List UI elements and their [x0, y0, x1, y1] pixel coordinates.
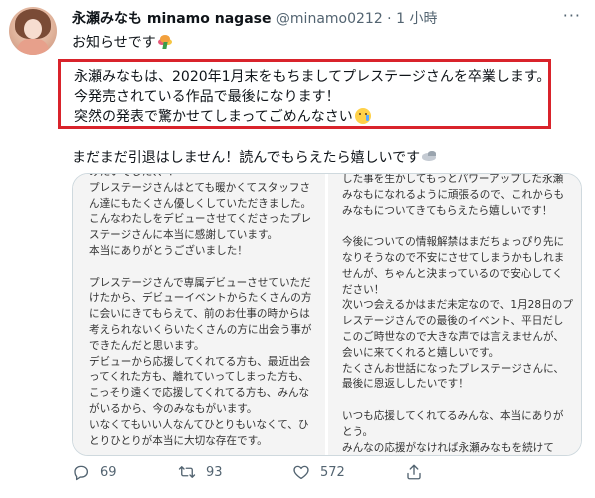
author-handle[interactable]: @minamo0212 — [276, 11, 383, 27]
announcement-line-3-text: 突然の発表で驚かせてしまってごめんなさい — [74, 109, 353, 125]
like-count: 572 — [320, 464, 345, 480]
tweet-followup: まだまだ引退はしません！読んでもらえたら嬉しいです — [72, 147, 438, 167]
bouquet-icon — [158, 35, 172, 49]
tweet-actions: 69 93 572 — [72, 463, 582, 483]
crying-face-icon — [354, 108, 371, 124]
highlighted-announcement: 永瀬みなもは、2020年1月末をもちましてプレステージさんを卒業します。 今発売… — [58, 59, 551, 129]
tweet-time[interactable]: 1 小時 — [396, 11, 437, 27]
reply-count: 69 — [100, 464, 117, 480]
tweet-header: 永瀬みなも minamo nagase @minamo0212 · 1 小時 — [72, 8, 437, 28]
reply-button[interactable]: 69 — [72, 463, 117, 481]
image-right-text: した事を生かしてもっとパワーアップした永瀬 みなもになれるように頑張るので、これ… — [342, 174, 573, 454]
intro-text: お知らせです — [72, 35, 156, 51]
attached-image[interactable]: みたいでした、、！ プレステージさんはとても暖かくてスタッフさ ん達にもたくさん… — [72, 173, 582, 456]
retweet-button[interactable]: 93 — [178, 463, 223, 481]
share-icon — [407, 464, 421, 480]
followup-text: まだまだ引退はしません！読んでもらえたら嬉しいです — [72, 150, 421, 166]
like-icon — [293, 465, 309, 480]
dove-icon — [422, 151, 438, 163]
announcement-line-2: 今発売されている作品で最後になります！ — [74, 89, 340, 105]
announcement-line-3: 突然の発表で驚かせてしまってごめんなさい — [74, 107, 548, 127]
retweet-count: 93 — [206, 464, 223, 480]
share-button[interactable] — [405, 463, 433, 481]
like-button[interactable]: 572 — [292, 463, 345, 481]
retweet-icon — [178, 466, 196, 478]
more-horizontal-icon[interactable]: ··· — [563, 6, 581, 25]
image-left-text: みたいでした、、！ プレステージさんはとても暖かくてスタッフさ ん達にもたくさん… — [89, 174, 312, 447]
announcement-line-1: 永瀬みなもは、2020年1月末をもちましてプレステージさんを卒業します。 — [74, 69, 551, 85]
tweet-intro: お知らせです — [72, 32, 172, 52]
image-left-page: みたいでした、、！ プレステージさんはとても暖かくてスタッフさ ん達にもたくさん… — [73, 174, 325, 455]
avatar[interactable] — [9, 7, 57, 55]
separator: · — [382, 11, 397, 27]
reply-icon — [74, 465, 89, 481]
author-name[interactable]: 永瀬みなも minamo nagase — [72, 11, 271, 27]
image-right-page: した事を生かしてもっとパワーアップした永瀬 みなもになれるように頑張るので、これ… — [328, 174, 581, 455]
